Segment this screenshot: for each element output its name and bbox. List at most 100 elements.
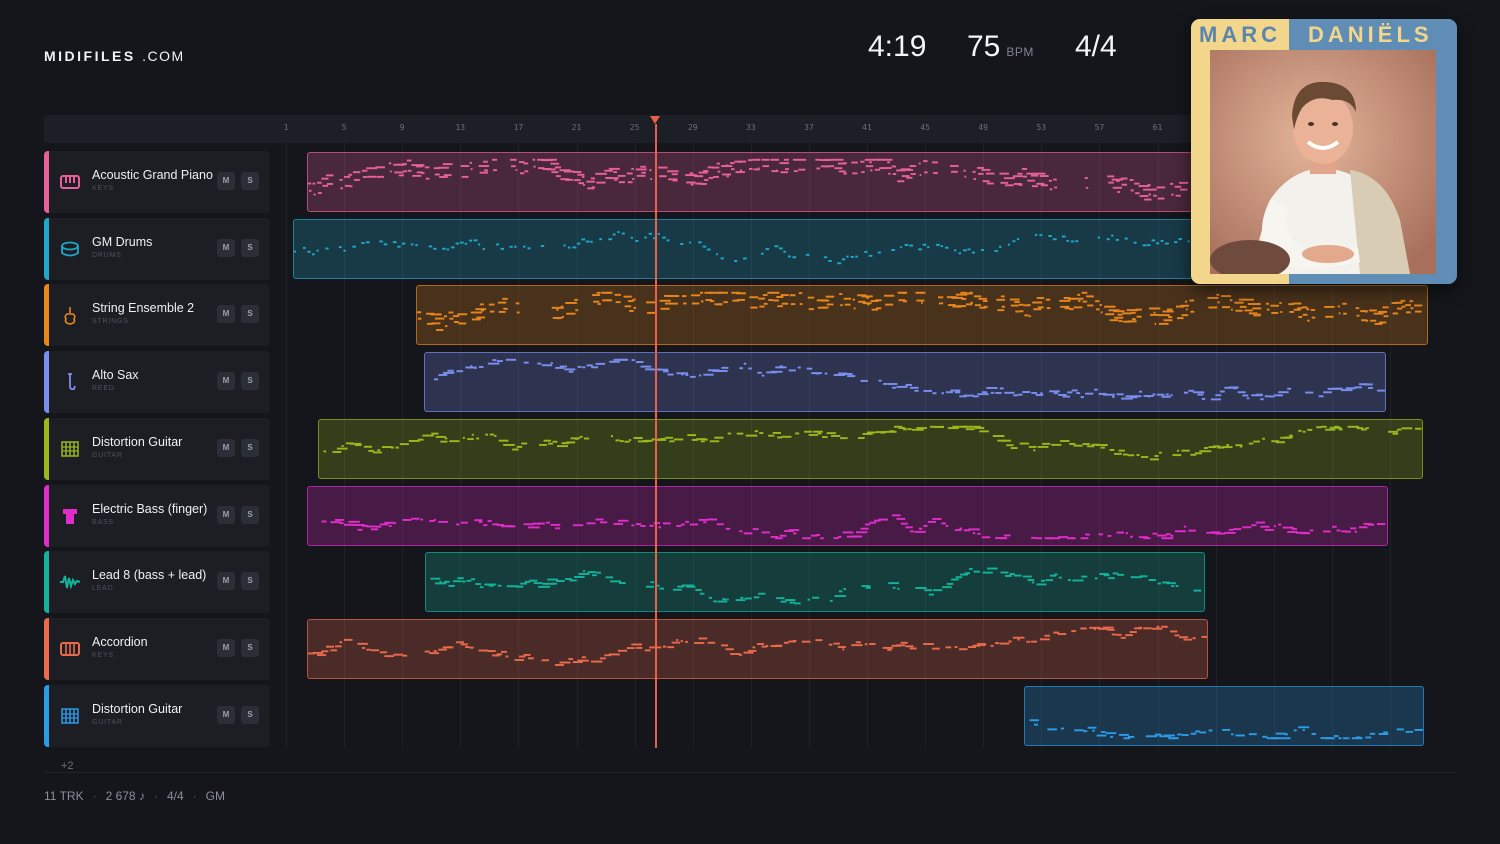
- track-name: Acoustic Grand Piano: [92, 168, 213, 182]
- solo-button[interactable]: S: [241, 572, 259, 590]
- song-duration: 4:19: [868, 30, 927, 63]
- midi-clip[interactable]: [307, 486, 1388, 546]
- track-name: Alto Sax: [92, 368, 139, 382]
- ruler-bar-number: 25: [629, 123, 640, 132]
- track-color-stripe: [44, 218, 49, 280]
- track-category: REED: [92, 385, 115, 392]
- track-name: GM Drums: [92, 235, 153, 249]
- track-color-stripe: [44, 418, 49, 480]
- ruler-bar-number: 13: [455, 123, 466, 132]
- track-color-stripe: [44, 351, 49, 413]
- mute-button[interactable]: M: [217, 172, 235, 190]
- track-header[interactable]: Electric Bass (finger) BASS M S: [44, 485, 270, 547]
- footer-meter: 4/4: [166, 789, 184, 803]
- midi-clip[interactable]: [416, 285, 1428, 345]
- track-category: BASS: [92, 519, 114, 526]
- grid-line: [286, 143, 287, 748]
- track-header[interactable]: Acoustic Grand Piano KEYS M S: [44, 151, 270, 213]
- cover-artist-first: MARC: [1199, 22, 1281, 47]
- track-category: DRUMS: [92, 252, 122, 259]
- cover-artist-last: DANIËLS: [1308, 22, 1433, 47]
- midi-clip[interactable]: [307, 152, 1193, 212]
- track-category: GUITAR: [92, 719, 123, 726]
- midi-clip[interactable]: [424, 352, 1386, 412]
- solo-button[interactable]: S: [241, 639, 259, 657]
- track-name: Distortion Guitar: [92, 435, 183, 449]
- track-header[interactable]: Distortion Guitar GUITAR M S: [44, 685, 270, 747]
- solo-button[interactable]: S: [241, 439, 259, 457]
- track-category: LEAD: [92, 585, 114, 592]
- logo-domain: .COM: [142, 48, 185, 64]
- mute-button[interactable]: M: [217, 239, 235, 257]
- piano-keys-icon: [60, 175, 80, 189]
- track-category: KEYS: [92, 652, 114, 659]
- track-name: Lead 8 (bass + lead): [92, 568, 207, 582]
- track-header[interactable]: String Ensemble 2 STRINGS M S: [44, 284, 270, 346]
- midi-clip[interactable]: [1024, 686, 1424, 746]
- note-pattern: [323, 425, 1422, 461]
- note-pattern: [433, 358, 1385, 401]
- ruler-bar-number: 17: [513, 123, 524, 132]
- track-header[interactable]: GM Drums DRUMS M S: [44, 218, 270, 280]
- solo-button[interactable]: S: [241, 305, 259, 323]
- note-pattern: [1029, 719, 1423, 740]
- solo-button[interactable]: S: [241, 372, 259, 390]
- track-category: STRINGS: [92, 318, 129, 325]
- portrait-illustration: [1210, 50, 1436, 274]
- guitar-fretboard-icon: [61, 708, 79, 724]
- mute-button[interactable]: M: [217, 372, 235, 390]
- track-category: GUITAR: [92, 452, 123, 459]
- ruler-bar-number: 5: [341, 123, 347, 132]
- track-color-stripe: [44, 685, 49, 747]
- track-header[interactable]: Distortion Guitar GUITAR M S: [44, 418, 270, 480]
- track-count: 11 TRK: [44, 789, 84, 803]
- mute-button[interactable]: M: [217, 572, 235, 590]
- track-name: Distortion Guitar: [92, 702, 183, 716]
- track-header[interactable]: Lead 8 (bass + lead) LEAD M S: [44, 551, 270, 613]
- ruler-bar-number: 53: [1036, 123, 1047, 132]
- midi-clip[interactable]: [318, 419, 1423, 479]
- track-header[interactable]: Accordion KEYS M S: [44, 618, 270, 680]
- note-pattern: [294, 231, 1190, 265]
- drum-icon: [61, 241, 79, 257]
- saxophone-icon: [68, 373, 76, 391]
- mute-button[interactable]: M: [217, 506, 235, 524]
- ruler-bar-number: 57: [1094, 123, 1105, 132]
- guitar-fretboard-icon: [61, 441, 79, 457]
- track-name: Accordion: [92, 635, 148, 649]
- mute-button[interactable]: M: [217, 439, 235, 457]
- track-color-stripe: [44, 618, 49, 680]
- violin-icon: [64, 307, 76, 325]
- mute-button[interactable]: M: [217, 639, 235, 657]
- mute-button[interactable]: M: [217, 706, 235, 724]
- solo-button[interactable]: S: [241, 506, 259, 524]
- song-summary: 11 TRK · 2 678 ♪ · 4/4 · GM: [44, 789, 225, 803]
- site-logo[interactable]: MIDIFILES .COM: [44, 48, 185, 64]
- ruler-bar-number: 1: [283, 123, 289, 132]
- time-signature: 4/4: [1075, 30, 1117, 63]
- waveform-icon: [60, 575, 81, 590]
- logo-wordmark: MIDIFILES: [44, 48, 136, 64]
- tempo-display: 75 BPM: [967, 30, 1034, 64]
- playhead-marker[interactable]: [650, 116, 660, 124]
- bass-amp-icon: [63, 509, 77, 524]
- ruler-bar-number: 41: [862, 123, 872, 132]
- solo-button[interactable]: S: [241, 706, 259, 724]
- midi-clip[interactable]: [307, 619, 1208, 679]
- ruler-bar-number: 29: [687, 123, 698, 132]
- ruler-bar-number: 45: [920, 123, 930, 132]
- note-pattern: [321, 514, 1386, 540]
- more-tracks-indicator[interactable]: +2: [61, 760, 74, 772]
- midi-clip[interactable]: [293, 219, 1193, 279]
- solo-button[interactable]: S: [241, 172, 259, 190]
- cover-photo: [1210, 50, 1436, 274]
- track-header[interactable]: Alto Sax REED M S: [44, 351, 270, 413]
- tempo-value: 75: [967, 30, 1001, 63]
- playhead-line[interactable]: [655, 124, 657, 748]
- midi-clip[interactable]: [425, 552, 1205, 612]
- mute-button[interactable]: M: [217, 305, 235, 323]
- solo-button[interactable]: S: [241, 239, 259, 257]
- track-name: String Ensemble 2: [92, 301, 195, 315]
- album-cover: MARC DANIËLS: [1191, 19, 1457, 284]
- ruler-bar-number: 61: [1152, 123, 1163, 132]
